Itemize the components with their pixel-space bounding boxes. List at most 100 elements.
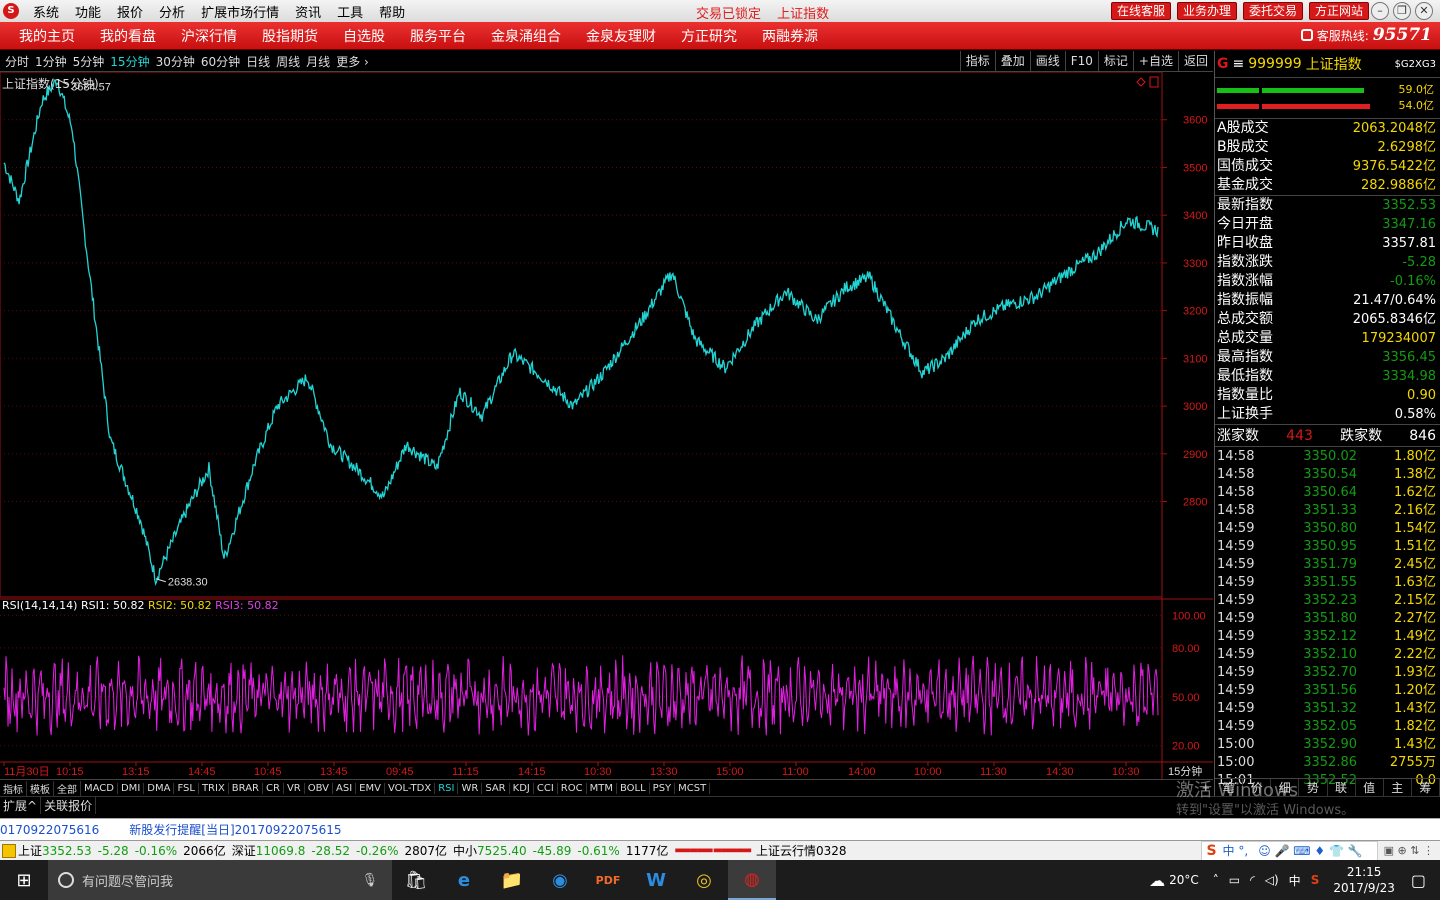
notification-icon[interactable]: ▢ — [1411, 871, 1426, 890]
tick-list[interactable]: 14:58 3350.02 1.80亿 14:58 3350.54 1.38亿 14:58 3… — [1215, 446, 1440, 790]
indicator-tab[interactable]: OBV — [305, 782, 333, 794]
indicator-tab[interactable]: CR — [263, 782, 284, 794]
indicator-tab[interactable]: DMA — [144, 782, 175, 794]
ie-icon[interactable]: ◉ — [536, 860, 584, 900]
indicator-tab[interactable]: KDJ — [510, 782, 534, 794]
indicator-tab[interactable]: VOL-TDX — [385, 782, 436, 794]
menu-news[interactable]: 资讯 — [287, 2, 329, 21]
nav-futures[interactable]: 股指期货 — [262, 26, 318, 46]
edge-icon[interactable]: e — [440, 860, 488, 900]
sogou-tray-icon[interactable]: S — [1311, 873, 1320, 887]
pane-toggle-icon[interactable] — [1149, 76, 1159, 88]
detail-tab[interactable]: 细 — [1271, 779, 1300, 796]
indicator-tab[interactable]: BOLL — [617, 782, 650, 794]
period-60min[interactable]: 60分钟 — [201, 53, 240, 70]
sz-index[interactable]: 深证11069.8 — [232, 842, 306, 859]
period-30min[interactable]: 30分钟 — [156, 53, 195, 70]
chrome-icon[interactable]: ◎ — [680, 860, 728, 900]
tray-arrow-icon[interactable]: ˄ — [1213, 873, 1219, 887]
indicator-tab[interactable]: WR — [458, 782, 483, 794]
battery-icon[interactable]: ▭ — [1229, 873, 1240, 887]
indicator-tab[interactable]: FSL — [174, 782, 199, 794]
period-timeshare[interactable]: 分时 — [5, 53, 29, 70]
tool-mark[interactable]: 标记 — [1097, 51, 1133, 72]
menu-extended-market[interactable]: 扩展市场行情 — [193, 2, 287, 21]
menu-function[interactable]: 功能 — [67, 2, 109, 21]
detail-tab[interactable]: 势 — [1299, 779, 1328, 796]
indicator-tab[interactable]: SAR — [482, 782, 510, 794]
tool-back[interactable]: 返回 — [1177, 51, 1213, 72]
zx-index[interactable]: 中小7525.40 — [453, 842, 527, 859]
menu-analysis[interactable]: 分析 — [151, 2, 193, 21]
cortana-search[interactable]: 有问题尽管问我 🎙 — [48, 860, 392, 900]
kline-chart[interactable]: 3600 3500 3400 3300 3200 3100 3000 2900 2800 100.… — [0, 71, 1213, 779]
add-tab-button[interactable]: + — [1199, 783, 1213, 794]
minimize-icon[interactable]: – — [1371, 2, 1389, 20]
indicator-tab[interactable]: BRAR — [229, 782, 263, 794]
online-service-button[interactable]: 在线客服 — [1111, 2, 1172, 20]
detail-tab[interactable]: 主 — [1384, 779, 1412, 796]
indicator-tab[interactable]: DMI — [118, 782, 145, 794]
sh-index[interactable]: 上证3352.53 — [18, 842, 92, 859]
nav-portfolio[interactable]: 金泉涌组合 — [491, 26, 561, 46]
trade-order-button[interactable]: 委托交易 — [1243, 2, 1304, 20]
nav-service[interactable]: 服务平台 — [410, 26, 466, 46]
wps-icon[interactable]: W — [632, 860, 680, 900]
founder-app-icon[interactable]: ◍ — [728, 860, 776, 900]
menu-quote[interactable]: 报价 — [109, 2, 151, 21]
menu-icon[interactable]: ≡ — [1233, 56, 1245, 72]
indicator-tab[interactable]: PSY — [650, 782, 676, 794]
indicator-tab[interactable]: 全部 — [54, 780, 81, 796]
file-explorer-icon[interactable]: 📁 — [488, 860, 536, 900]
nav-home[interactable]: 我的主页 — [19, 26, 75, 46]
business-button[interactable]: 业务办理 — [1177, 2, 1238, 20]
clock[interactable]: 21:15 2017/9/23 — [1333, 864, 1395, 896]
website-button[interactable]: 方正网站 — [1309, 2, 1370, 20]
nav-favorites[interactable]: 自选股 — [343, 26, 385, 46]
detail-tab[interactable]: 价 — [1243, 779, 1272, 796]
ime-indicator[interactable]: 中 — [1289, 872, 1301, 889]
store-icon[interactable]: 🛍 — [392, 860, 440, 900]
tool-f10[interactable]: F10 — [1064, 51, 1098, 72]
period-weekly[interactable]: 周线 — [276, 53, 300, 70]
period-daily[interactable]: 日线 — [246, 53, 270, 70]
tool-indicator[interactable]: 指标 — [959, 51, 995, 72]
extend-button[interactable]: 扩展^ — [0, 797, 42, 814]
detail-tab[interactable]: 值 — [1356, 779, 1384, 796]
indicator-tab[interactable]: EMV — [356, 782, 385, 794]
detail-tab[interactable]: 筹 — [1412, 779, 1440, 796]
indicator-tab[interactable]: VR — [284, 782, 305, 794]
indicator-tab[interactable]: RSI — [435, 782, 459, 794]
cloud-quote[interactable]: 上证云行情0328 — [756, 842, 847, 859]
microphone-icon[interactable]: 🎙 — [361, 873, 378, 888]
indicator-tab[interactable]: ASI — [333, 782, 357, 794]
period-more[interactable]: 更多 › — [336, 53, 369, 70]
nav-market[interactable]: 沪深行情 — [181, 26, 237, 46]
indicator-tab[interactable]: 模板 — [27, 780, 54, 796]
nav-finance[interactable]: 金泉友理财 — [586, 26, 656, 46]
indicator-tab[interactable]: MTM — [587, 782, 617, 794]
period-15min[interactable]: 15分钟 — [110, 53, 149, 70]
close-icon[interactable]: ✕ — [1415, 2, 1433, 20]
indicator-tab[interactable]: MCST — [675, 782, 711, 794]
detail-tab[interactable]: 笔 — [1215, 779, 1244, 796]
nav-watch[interactable]: 我的看盘 — [100, 26, 156, 46]
period-monthly[interactable]: 月线 — [306, 53, 330, 70]
diamond-icon[interactable] — [1136, 77, 1146, 87]
nav-margin[interactable]: 两融券源 — [762, 26, 818, 46]
period-5min[interactable]: 5分钟 — [73, 53, 105, 70]
volume-icon[interactable]: ◁) — [1265, 873, 1279, 887]
tool-overlay[interactable]: 叠加 — [994, 51, 1030, 72]
menu-help[interactable]: 帮助 — [371, 2, 413, 21]
ime-toolbar[interactable]: S 中 °, ☺ 🎤 ⌨ ♦ 👕 🔧 — [1201, 840, 1378, 861]
related-quote-button[interactable]: 关联报价 — [41, 797, 97, 814]
windows-start-icon[interactable]: ⊞ — [0, 860, 48, 900]
pdf-icon[interactable]: PDF — [584, 860, 632, 900]
menu-system[interactable]: 系统 — [25, 2, 67, 21]
indicator-tab[interactable]: ROC — [558, 782, 587, 794]
ticker-news[interactable]: 新股发行提醒[当日]20170922075615 — [129, 821, 341, 838]
indicator-tab[interactable]: MACD — [81, 782, 118, 794]
tool-draw[interactable]: 画线 — [1029, 51, 1065, 72]
indicator-tab[interactable]: TRIX — [199, 782, 229, 794]
indicator-tab[interactable]: 指标 — [0, 780, 27, 796]
